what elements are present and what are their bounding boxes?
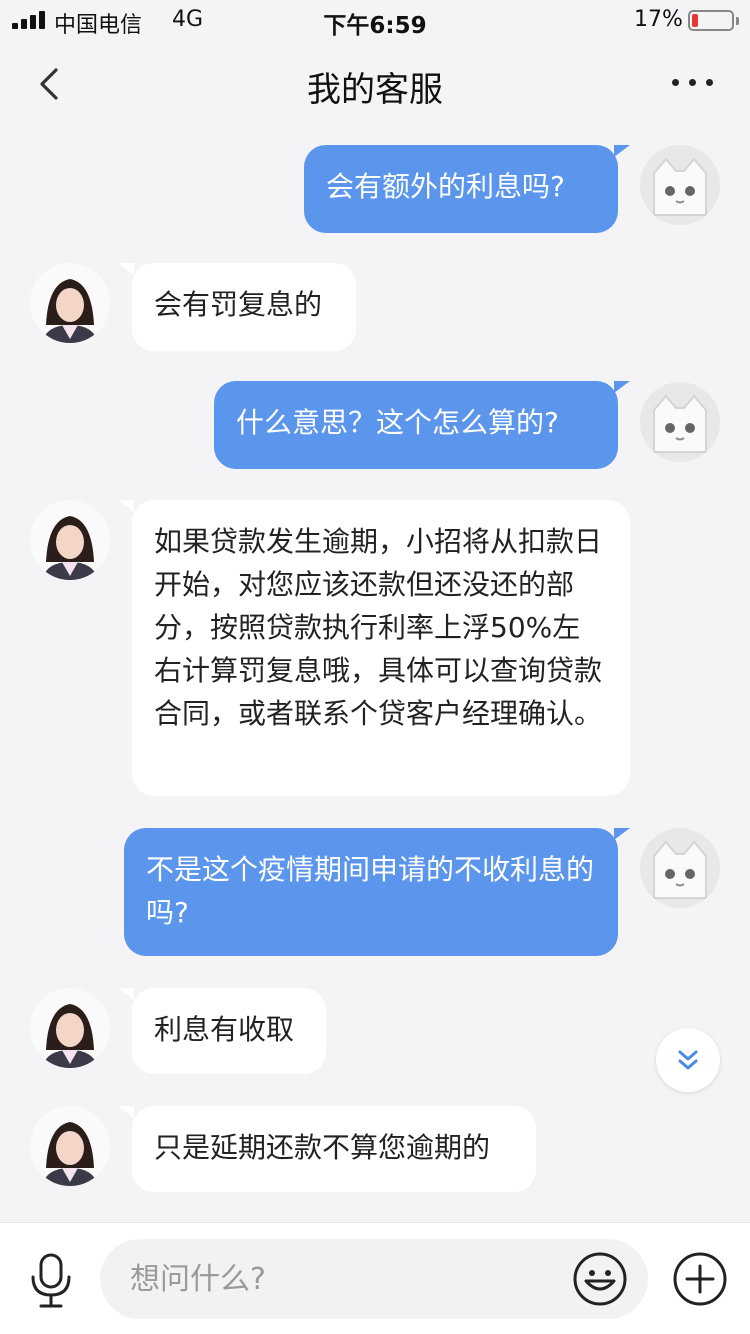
message-text: 不是这个疫情期间申请的不收利息的吗?	[146, 853, 595, 929]
message-text: 会有罚复息的	[154, 288, 323, 321]
cat-avatar-icon	[653, 157, 707, 216]
cat-avatar-icon	[653, 840, 707, 899]
bubble-tail	[118, 263, 134, 275]
agent-portrait-icon	[30, 1106, 110, 1186]
more-icon[interactable]	[668, 76, 718, 90]
agent-avatar[interactable]	[30, 988, 110, 1068]
page-title: 我的客服	[307, 70, 443, 110]
message-text: 如果贷款发生逾期，小招将从扣款日开始，对您应该还款但还没还的部分，按照贷款执行利…	[154, 525, 603, 730]
agent-portrait-icon	[30, 263, 110, 343]
mic-icon[interactable]	[26, 1253, 76, 1309]
emoji-icon[interactable]	[572, 1251, 628, 1307]
scroll-to-bottom-button[interactable]	[656, 1028, 720, 1092]
battery-cap	[736, 17, 739, 25]
agent-avatar[interactable]	[30, 1106, 110, 1186]
battery-fill	[692, 14, 698, 27]
agent-portrait-icon	[30, 500, 110, 580]
message-input[interactable]	[100, 1239, 648, 1319]
cat-avatar-icon	[653, 394, 707, 453]
double-chevron-down-icon	[678, 1050, 698, 1070]
status-bar: 中国电信 4G 下午6:59 17%	[0, 0, 750, 40]
user-message-bubble: 会有额外的利息吗?	[304, 145, 618, 233]
user-avatar[interactable]	[640, 145, 720, 225]
agent-avatar[interactable]	[30, 263, 110, 343]
nav-bar: 我的客服	[0, 40, 750, 128]
user-message-bubble: 什么意思？这个怎么算的?	[214, 381, 618, 469]
agent-portrait-icon	[30, 988, 110, 1068]
bubble-tail	[118, 1106, 134, 1118]
bubble-tail	[614, 381, 630, 393]
message-text: 会有额外的利息吗?	[326, 170, 565, 203]
agent-message-bubble: 只是延期还款不算您逾期的	[132, 1106, 536, 1192]
user-message-bubble: 不是这个疫情期间申请的不收利息的吗?	[124, 828, 618, 956]
input-bar	[0, 1222, 750, 1334]
plus-icon[interactable]	[672, 1251, 728, 1307]
bubble-tail	[118, 988, 134, 1000]
agent-message-bubble: 会有罚复息的	[132, 263, 356, 351]
bubble-tail	[614, 145, 630, 157]
bubble-tail	[614, 828, 630, 840]
bubble-tail	[118, 500, 134, 512]
agent-message-bubble: 如果贷款发生逾期，小招将从扣款日开始，对您应该还款但还没还的部分，按照贷款执行利…	[132, 500, 630, 796]
battery-icon	[688, 10, 734, 31]
message-text: 只是延期还款不算您逾期的	[154, 1131, 491, 1164]
user-avatar[interactable]	[640, 382, 720, 462]
agent-avatar[interactable]	[30, 500, 110, 580]
user-avatar[interactable]	[640, 828, 720, 908]
message-text: 什么意思？这个怎么算的?	[236, 406, 559, 439]
message-text: 利息有收取	[154, 1013, 295, 1046]
battery-percent: 17%	[634, 7, 683, 32]
agent-message-bubble: 利息有收取	[132, 988, 326, 1074]
